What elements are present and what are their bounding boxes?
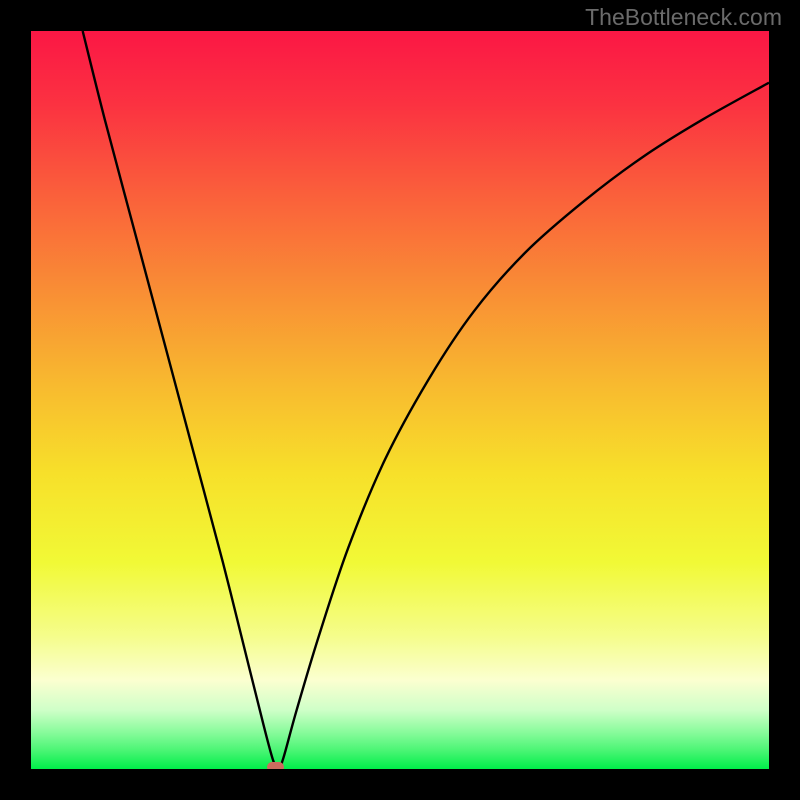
plot-area (31, 31, 769, 769)
watermark-text: TheBottleneck.com (585, 4, 782, 31)
bottleneck-curve (31, 31, 769, 769)
optimal-point-marker (267, 762, 284, 769)
chart-container: TheBottleneck.com (0, 0, 800, 800)
